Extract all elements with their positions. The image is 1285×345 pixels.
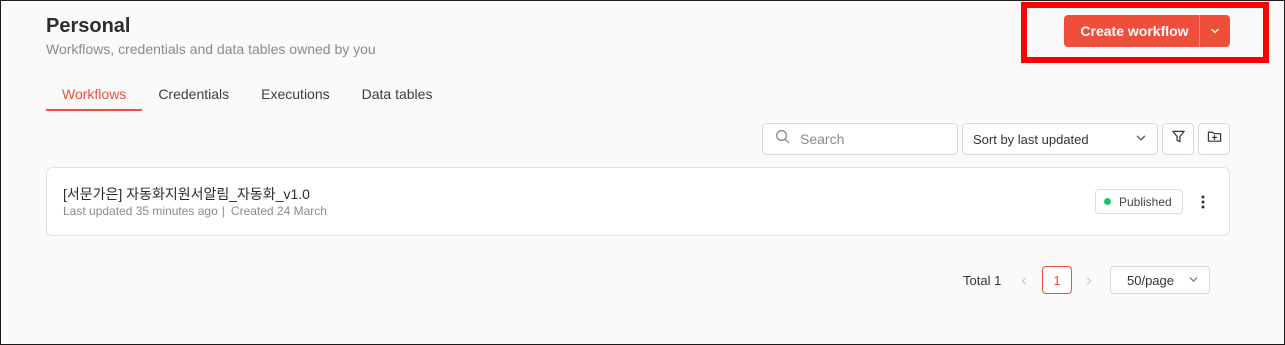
workflow-last-updated: Last updated 35 minutes ago — [63, 204, 218, 218]
workflow-name[interactable]: [서문가은] 자동화지원서알림_자동화_v1.0 — [63, 184, 310, 204]
new-folder-button[interactable] — [1198, 123, 1230, 155]
chevron-right-icon[interactable] — [1079, 267, 1099, 295]
chevron-down-icon — [1188, 273, 1199, 288]
sort-select-value: Sort by last updated — [973, 131, 1089, 147]
search-box[interactable] — [762, 123, 958, 155]
chevron-down-icon — [1135, 132, 1147, 147]
chevron-left-icon[interactable] — [1014, 267, 1034, 295]
pagination-total: Total 1 — [963, 273, 1002, 288]
highlight-annotation — [1021, 2, 1269, 63]
status-label: Published — [1119, 194, 1172, 209]
tab-executions[interactable]: Executions — [245, 79, 345, 111]
more-options-icon[interactable] — [1193, 190, 1213, 214]
app-frame: Personal Workflows, credentials and data… — [0, 0, 1285, 345]
status-dot — [1104, 198, 1111, 205]
new-folder-icon — [1207, 129, 1222, 149]
page-size-select[interactable]: 50/page — [1110, 266, 1210, 294]
tab-data-tables[interactable]: Data tables — [346, 79, 449, 111]
sort-select[interactable]: Sort by last updated — [962, 123, 1158, 155]
filter-icon — [1171, 129, 1186, 149]
page-subtitle: Workflows, credentials and data tables o… — [46, 41, 376, 57]
page-size-value: 50/page — [1127, 272, 1174, 288]
tab-workflows[interactable]: Workflows — [46, 79, 143, 111]
pagination-page-current[interactable]: 1 — [1042, 266, 1072, 294]
filter-button[interactable] — [1162, 123, 1194, 155]
page-title: Personal — [46, 15, 131, 37]
search-input[interactable] — [800, 131, 950, 147]
status-badge: Published — [1095, 189, 1183, 214]
meta-divider: | — [221, 204, 225, 218]
workflow-meta: Last updated 35 minutes ago | Created 24 M… — [63, 204, 327, 218]
search-icon — [775, 129, 790, 149]
workflow-card[interactable]: [서문가은] 자동화지원서알림_자동화_v1.0 Last updated 35… — [46, 167, 1230, 236]
tab-credentials[interactable]: Credentials — [142, 79, 245, 111]
tab-bar: Workflows Credentials Executions Data ta… — [46, 79, 448, 111]
workflow-created: Created 24 March — [230, 204, 327, 218]
